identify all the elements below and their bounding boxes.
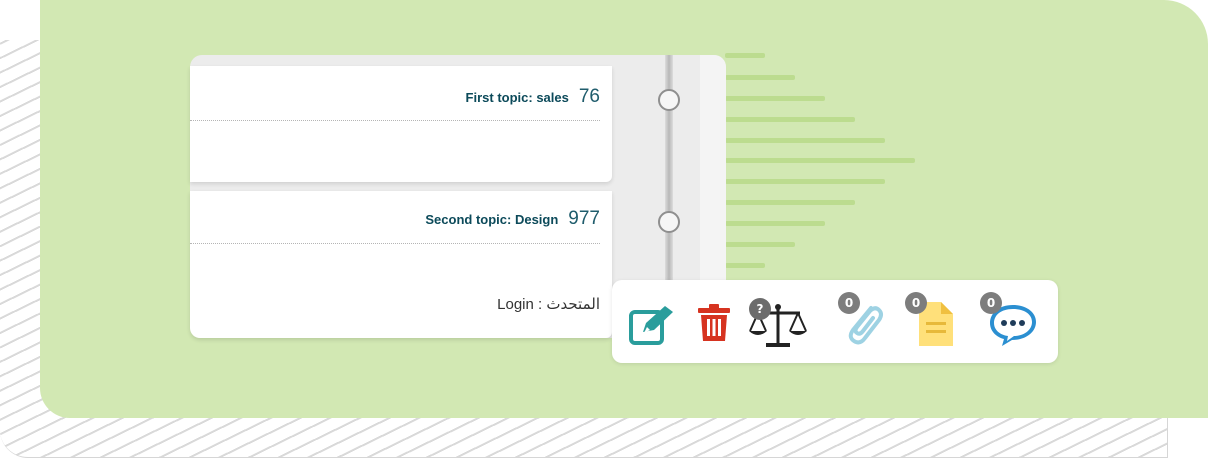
divider	[190, 243, 600, 244]
trash-icon[interactable]	[697, 303, 731, 343]
topic-card[interactable]: Second topic: Design 977 المتحدث : Login	[190, 191, 612, 338]
action-toolbar: ? 0 0 0	[612, 280, 1058, 363]
edit-icon[interactable]	[629, 303, 677, 345]
speaker-line: المتحدث : Login	[497, 295, 600, 313]
comment-count-badge: 0	[980, 292, 1002, 314]
divider	[190, 120, 600, 121]
timeline-node	[658, 211, 680, 233]
topic-title[interactable]: First topic: sales	[466, 90, 569, 105]
topic-card[interactable]: First topic: sales 76	[190, 66, 612, 182]
document-count-badge: 0	[905, 292, 927, 314]
topic-number: 977	[568, 208, 600, 229]
speaker-separator: :	[538, 296, 543, 313]
topic-header: First topic: sales 76	[466, 86, 600, 108]
topic-number: 76	[578, 86, 600, 107]
topic-title[interactable]: Second topic: Design	[425, 212, 558, 227]
speaker-name: Login	[497, 296, 534, 313]
topic-header: Second topic: Design 977	[425, 208, 600, 230]
speaker-label: المتحدث	[546, 296, 600, 313]
attachment-count-badge: 0	[838, 292, 860, 314]
scale-badge: ?	[749, 298, 771, 320]
timeline-node	[658, 89, 680, 111]
